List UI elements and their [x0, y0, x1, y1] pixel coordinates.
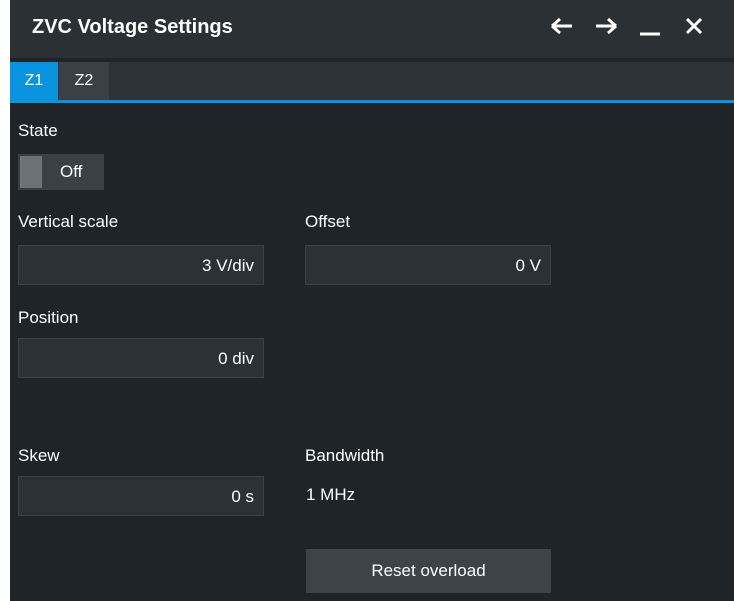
reset-overload-label: Reset overload [371, 561, 486, 580]
bandwidth-value: 1 MHz [306, 485, 356, 504]
state-label: State [18, 121, 58, 140]
position-field[interactable]: 0 div [18, 338, 264, 378]
vertical-scale-value: 3 V/div [202, 256, 254, 275]
offset-field[interactable]: 0 V [305, 245, 551, 285]
skew-label: Skew [18, 446, 60, 465]
dialog-title: ZVC Voltage Settings [32, 16, 233, 38]
offset-value: 0 V [515, 256, 541, 275]
position-label: Position [18, 308, 79, 327]
arrow-right-icon [594, 16, 618, 41]
skew-value: 0 s [231, 487, 254, 506]
offset-label: Offset [305, 212, 351, 231]
vertical-scale-field[interactable]: 3 V/div [18, 245, 264, 285]
forward-button[interactable] [588, 10, 624, 46]
arrow-left-icon [550, 16, 574, 41]
skew-field[interactable]: 0 s [18, 476, 264, 516]
dialog-titlebar[interactable]: ZVC Voltage Settings [10, 0, 734, 58]
close-icon [684, 16, 704, 41]
tab-underline [10, 100, 734, 103]
tab-z2[interactable]: Z2 [59, 62, 109, 100]
minimize-button[interactable] [632, 10, 668, 46]
vertical-scale-label: Vertical scale [18, 212, 119, 231]
back-button[interactable] [544, 10, 580, 46]
position-value: 0 div [218, 349, 254, 368]
tab-label: Z1 [24, 72, 44, 89]
zvc-voltage-settings-dialog: ZVC Voltage Settings Z1 Z2 State Off Ver… [10, 0, 734, 601]
tab-bar: Z1 Z2 [10, 62, 734, 100]
bandwidth-label: Bandwidth [305, 446, 385, 465]
tab-z1[interactable]: Z1 [10, 62, 58, 100]
state-value: Off [60, 162, 83, 181]
toggle-knob [20, 156, 42, 188]
minimize-icon [638, 16, 662, 41]
reset-overload-button[interactable]: Reset overload [306, 549, 551, 593]
close-button[interactable] [676, 10, 712, 46]
tab-label: Z2 [74, 72, 94, 89]
state-toggle[interactable]: Off [18, 154, 104, 190]
